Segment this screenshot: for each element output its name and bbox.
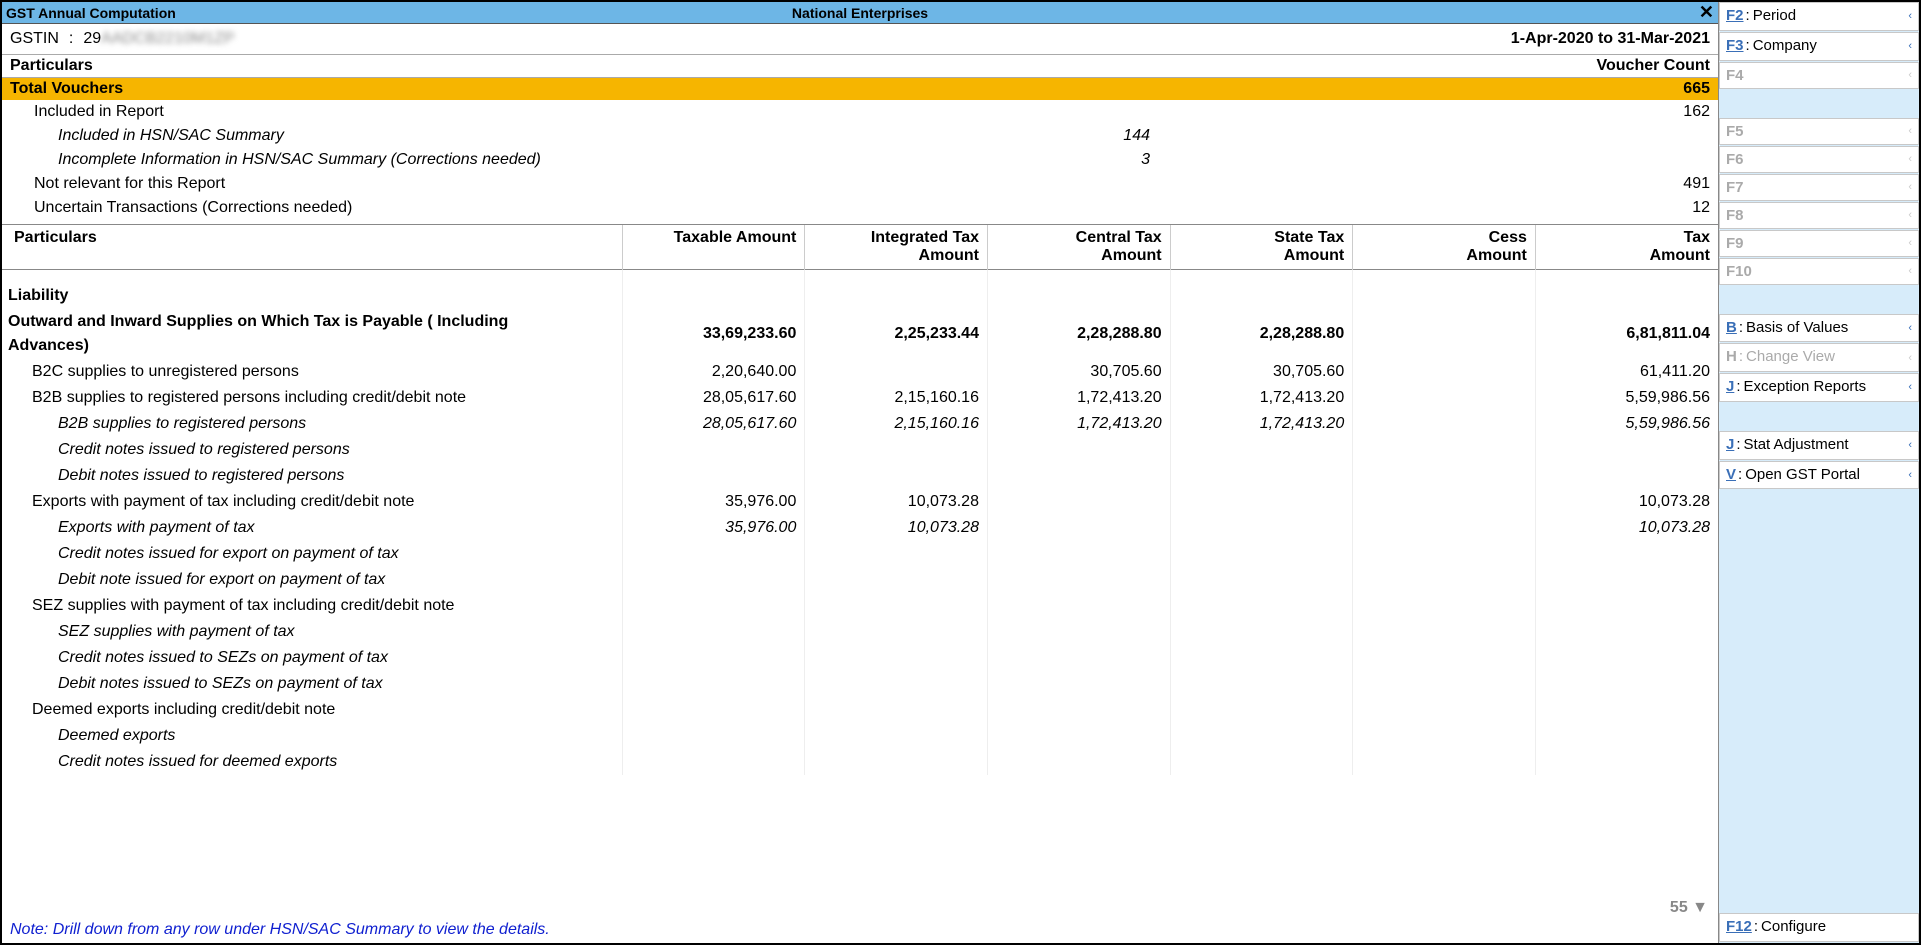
b2b-dn-row[interactable]: Debit notes issued to registered persons: [2, 463, 1718, 489]
column-header-row: Particulars Taxable Amount Integrated Ta…: [2, 225, 1718, 270]
total-vouchers-row[interactable]: Total Vouchers 665: [2, 78, 1718, 100]
h-changeview-button: H:Change View‹: [1719, 343, 1919, 372]
b2b-row[interactable]: B2B supplies to registered persons inclu…: [2, 385, 1718, 411]
deemed-row[interactable]: Deemed exports including credit/debit no…: [2, 697, 1718, 723]
included-in-report-row[interactable]: Included in Report 162: [10, 100, 1710, 124]
f12-configure-button[interactable]: F12:Configure: [1719, 913, 1919, 942]
close-icon[interactable]: ✕: [1695, 2, 1718, 23]
f3-company-button[interactable]: F3:Company‹: [1719, 32, 1919, 61]
liability-table: Particulars Taxable Amount Integrated Ta…: [2, 224, 1718, 919]
info-bar: GSTIN : 29AADCB2210M1ZP 1-Apr-2020 to 31…: [2, 24, 1718, 55]
company-name: National Enterprises: [792, 5, 928, 21]
col-igst: Integrated TaxAmount: [805, 225, 988, 270]
exports-cn-row[interactable]: Credit notes issued for export on paymen…: [2, 541, 1718, 567]
f6-button: F6‹: [1719, 146, 1919, 173]
col-cgst: Central TaxAmount: [987, 225, 1170, 270]
title-bar: GST Annual Computation National Enterpri…: [2, 2, 1718, 24]
not-relevant-row[interactable]: Not relevant for this Report 491: [10, 172, 1710, 196]
gstin-label: GSTIN: [10, 30, 59, 48]
sidebar: F2:Period‹ F3:Company‹ F4‹ F5‹ F6‹ F7‹ F…: [1719, 2, 1919, 943]
hsn-summary-row[interactable]: Included in HSN/SAC Summary 144: [10, 124, 1710, 148]
footer: 55 ▼ Note: Drill down from any row under…: [2, 919, 1718, 943]
voucher-summary: Included in Report 162 Included in HSN/S…: [2, 100, 1718, 224]
deemed-cn-row[interactable]: Credit notes issued for deemed exports: [2, 749, 1718, 775]
f10-button: F10‹: [1719, 258, 1919, 285]
f2-period-button[interactable]: F2:Period‹: [1719, 2, 1919, 31]
col-taxable: Taxable Amount: [622, 225, 805, 270]
col-particulars: Particulars: [2, 225, 622, 270]
f5-button: F5‹: [1719, 118, 1919, 145]
b2b-sub-row[interactable]: B2B supplies to registered persons 28,05…: [2, 411, 1718, 437]
gstin-value: 29AADCB2210M1ZP: [83, 30, 234, 48]
deemed-sub-row[interactable]: Deemed exports: [2, 723, 1718, 749]
col-tax: TaxAmount: [1535, 225, 1718, 270]
period-range: 1-Apr-2020 to 31-Mar-2021: [1511, 30, 1710, 48]
report-title: GST Annual Computation: [2, 5, 176, 21]
sez-row[interactable]: SEZ supplies with payment of tax includi…: [2, 593, 1718, 619]
b2b-cn-row[interactable]: Credit notes issued to registered person…: [2, 437, 1718, 463]
exports-sub-row[interactable]: Exports with payment of tax 35,976.0010,…: [2, 515, 1718, 541]
v-portal-button[interactable]: V:Open GST Portal‹: [1719, 461, 1919, 490]
incomplete-hsn-row[interactable]: Incomplete Information in HSN/SAC Summar…: [10, 148, 1710, 172]
exports-dn-row[interactable]: Debit note issued for export on payment …: [2, 567, 1718, 593]
uncertain-row[interactable]: Uncertain Transactions (Corrections need…: [10, 196, 1710, 220]
f8-button: F8‹: [1719, 202, 1919, 229]
sez-sub-row[interactable]: SEZ supplies with payment of tax: [2, 619, 1718, 645]
voucher-header: Particulars Voucher Count: [2, 55, 1718, 78]
outward-inward-row[interactable]: Outward and Inward Supplies on Which Tax…: [2, 309, 1718, 359]
b2c-row[interactable]: B2C supplies to unregistered persons 2,2…: [2, 359, 1718, 385]
b-basis-button[interactable]: B:Basis of Values‹: [1719, 314, 1919, 343]
f7-button: F7‹: [1719, 174, 1919, 201]
col-cess: CessAmount: [1353, 225, 1536, 270]
page-indicator[interactable]: 55 ▼: [1670, 899, 1708, 917]
exports-row[interactable]: Exports with payment of tax including cr…: [2, 489, 1718, 515]
main-panel: GST Annual Computation National Enterpri…: [2, 2, 1719, 943]
f4-button: F4‹: [1719, 62, 1919, 89]
j-exception-button[interactable]: J:Exception Reports‹: [1719, 373, 1919, 402]
f9-button: F9‹: [1719, 230, 1919, 257]
j-stat-button[interactable]: J:Stat Adjustment‹: [1719, 431, 1919, 460]
liability-section: Liability: [2, 270, 1718, 310]
sez-dn-row[interactable]: Debit notes issued to SEZs on payment of…: [2, 671, 1718, 697]
sez-cn-row[interactable]: Credit notes issued to SEZs on payment o…: [2, 645, 1718, 671]
col-sgst: State TaxAmount: [1170, 225, 1353, 270]
footer-note: Note: Drill down from any row under HSN/…: [10, 921, 550, 938]
